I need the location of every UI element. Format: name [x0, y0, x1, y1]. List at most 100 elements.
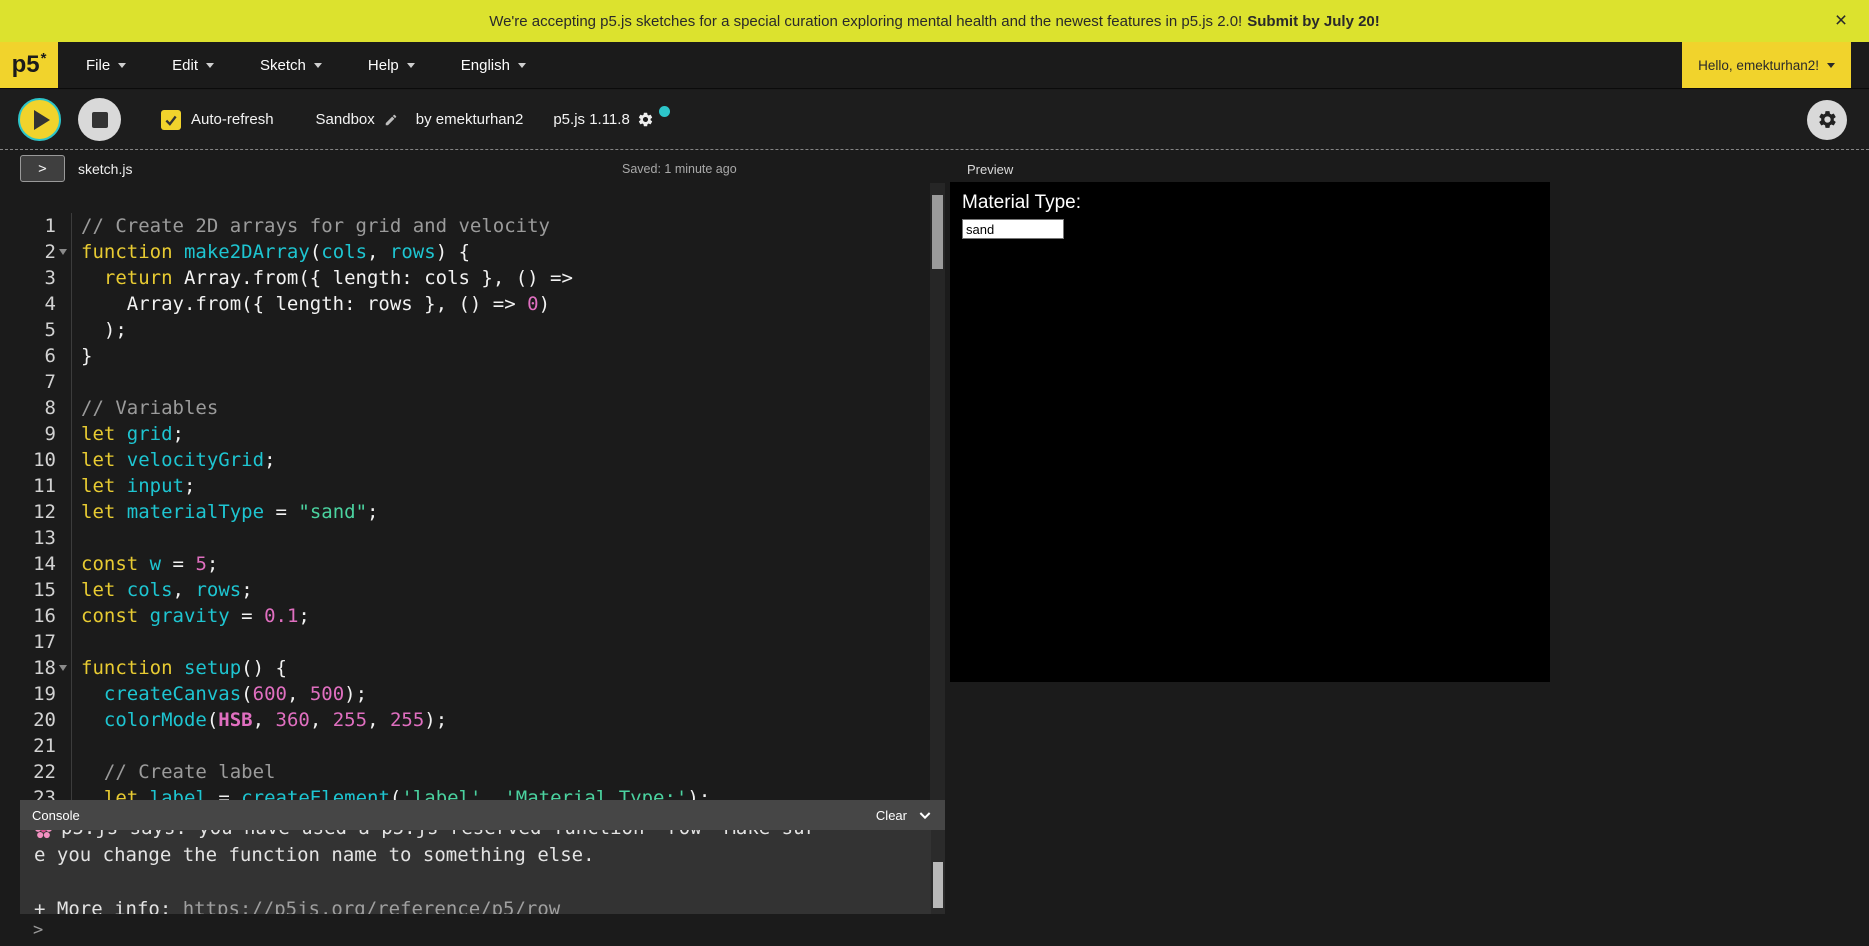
code-line: 5 ); [20, 317, 945, 343]
line-number: 2 [20, 239, 56, 265]
account-menu-button[interactable]: Hello, emekturhan2! [1682, 42, 1851, 88]
line-number: 11 [20, 473, 56, 499]
console-clear-button[interactable]: Clear [876, 808, 907, 823]
code-text: // Variables [71, 395, 945, 421]
code-line: 6 } [20, 343, 945, 369]
menu-bar: p5* File Edit Sketch Help English Hello,… [0, 42, 1869, 89]
code-line: 12 let materialType = "sand"; [20, 499, 945, 525]
material-type-input[interactable] [962, 219, 1064, 239]
console-output: p5.js says: you have used a p5.js reserv… [20, 830, 945, 914]
console-line: + More info: https://p5js.org/reference/… [34, 896, 945, 914]
code-text: let cols, rows; [71, 577, 945, 603]
tab-sketch-js[interactable]: sketch.js [78, 161, 132, 177]
code-line: 8 // Variables [20, 395, 945, 421]
stop-button[interactable] [78, 98, 121, 141]
material-type-label: Material Type: [962, 192, 1081, 214]
settings-button[interactable] [1807, 100, 1847, 140]
fold-marker-icon[interactable] [56, 551, 71, 577]
console-scrollbar[interactable] [931, 830, 945, 914]
fold-marker-icon[interactable] [56, 785, 71, 800]
fold-marker-icon[interactable] [56, 759, 71, 785]
code-line: 15 let cols, rows; [20, 577, 945, 603]
menu-item[interactable]: Edit [172, 57, 214, 74]
sidebar-collapse-button[interactable]: > [20, 155, 65, 182]
flower-icon [34, 830, 53, 840]
version-label: p5.js 1.11.8 [553, 111, 629, 128]
console-header: Console Clear [20, 800, 945, 830]
code-line: 14 const w = 5; [20, 551, 945, 577]
code-line: 3 return Array.from({ length: cols }, ()… [20, 265, 945, 291]
menu-item[interactable]: Sketch [260, 57, 322, 74]
fold-marker-icon[interactable] [56, 473, 71, 499]
menu-item-label: English [461, 57, 510, 74]
menu-item-label: File [86, 57, 110, 74]
code-line: 9 let grid; [20, 421, 945, 447]
saved-status: Saved: 1 minute ago [622, 162, 737, 176]
fold-marker-icon[interactable] [56, 577, 71, 603]
p5-logo[interactable]: p5* [0, 42, 58, 88]
fold-marker-icon[interactable] [56, 213, 71, 239]
console-line: e you change the function name to someth… [34, 842, 945, 869]
fold-marker-icon[interactable] [56, 343, 71, 369]
version-picker[interactable]: p5.js 1.11.8 [553, 111, 669, 128]
fold-marker-icon[interactable] [56, 525, 71, 551]
fold-marker-icon[interactable] [56, 655, 71, 681]
pencil-icon[interactable] [384, 113, 398, 127]
fold-marker-icon[interactable] [56, 733, 71, 759]
fold-marker-icon[interactable] [56, 239, 71, 265]
line-number: 16 [20, 603, 56, 629]
play-button[interactable] [18, 98, 61, 141]
chevron-down-icon [407, 63, 415, 68]
editor-scrollbar[interactable] [930, 183, 945, 800]
fold-marker-icon[interactable] [56, 421, 71, 447]
line-number: 10 [20, 447, 56, 473]
fold-marker-icon[interactable] [56, 291, 71, 317]
fold-marker-icon[interactable] [56, 395, 71, 421]
logo-asterisk: * [41, 50, 47, 67]
prompt-chevron-icon: > [33, 920, 43, 940]
version-gear-icon [637, 111, 654, 128]
line-number: 1 [20, 213, 56, 239]
chevron-down-icon[interactable] [917, 807, 933, 823]
project-name[interactable]: Sandbox [316, 111, 375, 128]
code-line: 23 let label = createElement('label', 'M… [20, 785, 945, 800]
code-text: let grid; [71, 421, 945, 447]
code-text: ); [71, 317, 945, 343]
code-text: const gravity = 0.1; [71, 603, 945, 629]
fold-marker-icon[interactable] [56, 447, 71, 473]
fold-marker-icon[interactable] [56, 369, 71, 395]
check-icon [164, 113, 178, 127]
code-line: 7 [20, 369, 945, 395]
menu-item[interactable]: English [461, 57, 526, 74]
code-text: colorMode(HSB, 360, 255, 255); [71, 707, 945, 733]
menu-item[interactable]: File [86, 57, 126, 74]
code-line: 19 createCanvas(600, 500); [20, 681, 945, 707]
line-number: 21 [20, 733, 56, 759]
line-number: 22 [20, 759, 56, 785]
fold-marker-icon[interactable] [56, 707, 71, 733]
code-text: Array.from({ length: rows }, () => 0) [71, 291, 945, 317]
auto-refresh-checkbox[interactable] [161, 110, 181, 130]
fold-marker-icon[interactable] [56, 499, 71, 525]
code-line: 11 let input; [20, 473, 945, 499]
close-icon[interactable]: × [1827, 0, 1855, 42]
logo-text: p5 [12, 51, 40, 79]
code-editor[interactable]: 1 // Create 2D arrays for grid and veloc… [20, 183, 945, 800]
console-prompt[interactable]: > [20, 914, 945, 946]
fold-marker-icon[interactable] [56, 681, 71, 707]
toolbar: Auto-refresh Sandbox by emekturhan2 p5.j… [0, 90, 1869, 150]
fold-marker-icon[interactable] [56, 317, 71, 343]
editor-scrollbar-thumb[interactable] [932, 195, 943, 269]
console-lines: p5.js says: you have used a p5.js reserv… [20, 830, 945, 914]
fold-marker-icon[interactable] [56, 603, 71, 629]
code-lines: 1 // Create 2D arrays for grid and veloc… [20, 183, 945, 800]
console-line [34, 869, 945, 896]
code-text: let label = createElement('label', 'Mate… [71, 785, 945, 800]
console-scrollbar-thumb[interactable] [933, 862, 943, 908]
code-text: let materialType = "sand"; [71, 499, 945, 525]
chevron-down-icon [206, 63, 214, 68]
line-number: 12 [20, 499, 56, 525]
fold-marker-icon[interactable] [56, 629, 71, 655]
menu-item[interactable]: Help [368, 57, 415, 74]
fold-marker-icon[interactable] [56, 265, 71, 291]
